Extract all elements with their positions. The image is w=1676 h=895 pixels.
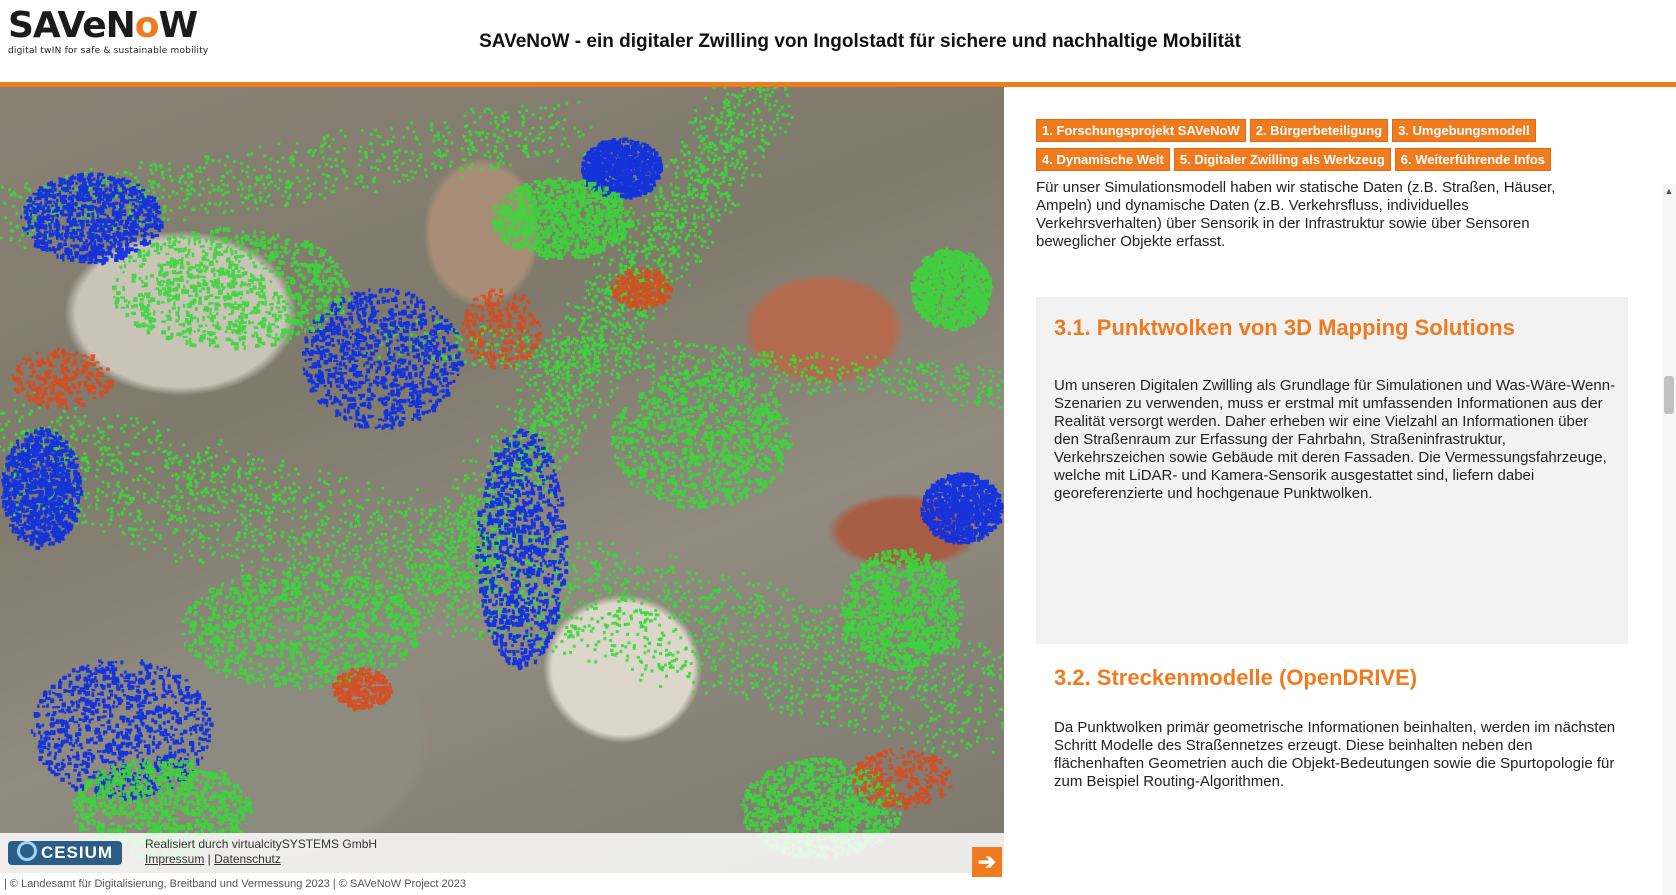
impressum-link[interactable]: Impressum <box>145 852 204 866</box>
map-credit: Realisiert durch virtualcitySYSTEMS GmbH… <box>145 837 377 867</box>
credit-line: Realisiert durch virtualcitySYSTEMS GmbH <box>145 837 377 852</box>
info-panel: 1. Forschungsprojekt SAVeNoW 2. Bürgerbet… <box>1004 87 1676 895</box>
logo-wordmark: SAVeNoW <box>8 8 208 44</box>
section-title: 3.2. Streckenmodelle (OpenDRIVE) <box>1054 665 1417 691</box>
next-arrow-button[interactable]: ➔ <box>972 847 1002 877</box>
nav-item-dynamische-welt[interactable]: 4. Dynamische Welt <box>1036 148 1170 171</box>
datenschutz-link[interactable]: Datenschutz <box>214 852 281 866</box>
logo-tagline: digital twIN for safe & sustainable mobi… <box>8 46 208 56</box>
section-paragraph: Um unseren Digitalen Zwilling als Grundl… <box>1054 377 1616 503</box>
nav-item-buergerbeteiligung[interactable]: 2. Bürgerbeteiligung <box>1249 119 1389 142</box>
nav-item-umgebungsmodell[interactable]: 3. Umgebungsmodell <box>1392 119 1536 142</box>
cesium-ring-icon <box>16 841 37 861</box>
cesium-label: CESIUM <box>41 843 113 862</box>
page-title: SAVeNoW - ein digitaler Zwilling von Ing… <box>330 31 1390 53</box>
panel-scrollbar[interactable] <box>1662 184 1676 895</box>
section-punktwolken: 3.1. Punktwolken von 3D Mapping Solution… <box>1036 297 1628 644</box>
site-header: SAVeNoW digital twIN for safe & sustaina… <box>0 0 1676 82</box>
intro-paragraph: Für unser Simulationsmodell haben wir st… <box>1036 181 1596 251</box>
cesium-3d-viewer[interactable]: CESIUM Realisiert durch virtualcitySYSTE… <box>0 87 1004 895</box>
link-separator: | <box>204 852 214 866</box>
scroll-up-arrow-icon[interactable]: ▲ <box>1662 184 1676 198</box>
chapter-nav: 1. Forschungsprojekt SAVeNoW 2. Bürgerbet… <box>1036 119 1616 177</box>
nav-item-forschungsprojekt[interactable]: 1. Forschungsprojekt SAVeNoW <box>1036 119 1246 142</box>
chapter-content[interactable]: Für unser Simulationsmodell haben wir st… <box>1036 181 1646 895</box>
nav-item-digitaler-zwilling[interactable]: 5. Digitaler Zwilling als Werkzeug <box>1173 148 1391 171</box>
section-paragraph: Da Punktwolken primär geometrische Infor… <box>1054 719 1616 791</box>
savenow-logo[interactable]: SAVeNoW digital twIN for safe & sustaina… <box>8 8 208 57</box>
map-credit-bar: CESIUM Realisiert durch virtualcitySYSTE… <box>0 833 1004 873</box>
section-title: 3.1. Punktwolken von 3D Mapping Solution… <box>1054 315 1515 341</box>
scrollbar-thumb[interactable] <box>1664 376 1674 414</box>
cesium-logo[interactable]: CESIUM <box>8 841 122 865</box>
section-streckenmodelle: 3.2. Streckenmodelle (OpenDRIVE) Da Punk… <box>1036 645 1628 895</box>
point-cloud-layer <box>0 87 1004 860</box>
logo-accent-letter: o <box>135 5 160 46</box>
logo-text: SAVeNoW <box>8 5 198 46</box>
map-copyright: | © Landesamt für Digitalisierung, Breit… <box>0 873 1004 895</box>
nav-item-weiterfuehrende-infos[interactable]: 6. Weiterführende Infos <box>1394 148 1552 171</box>
